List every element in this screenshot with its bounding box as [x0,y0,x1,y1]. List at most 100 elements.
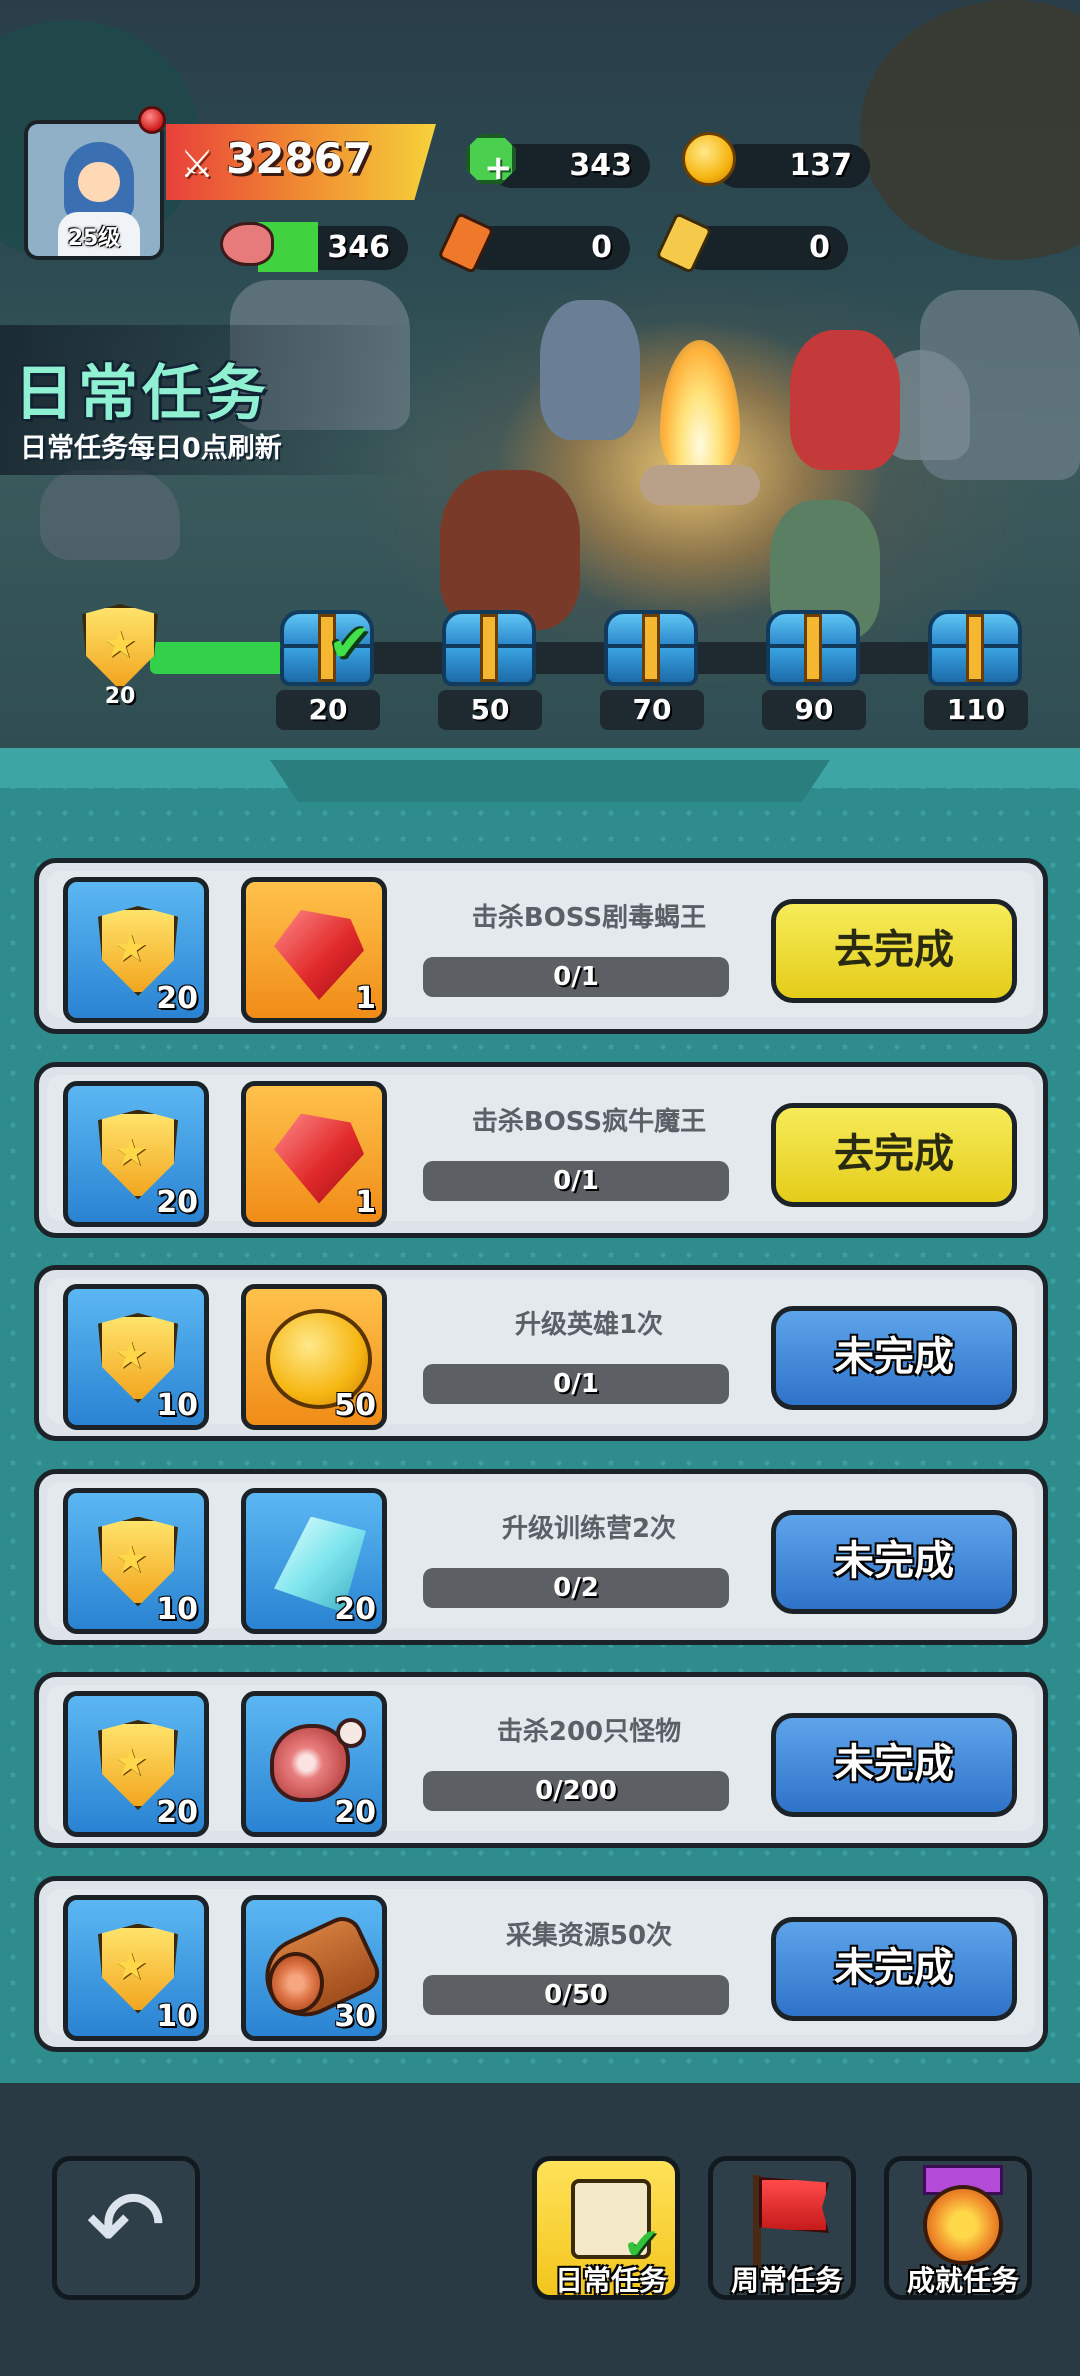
reward-points-count: 20 [156,1184,198,1220]
star-icon: ★ [113,1740,149,1784]
task-progress: 0/200 [423,1771,729,1811]
task-card: ★ 20 1 击杀BOSS疯牛魔王 0/1 去完成 [34,1061,1048,1238]
hero-warrior [440,470,580,630]
milestone-threshold: 70 [600,690,704,730]
panel-tab-notch [270,760,830,802]
reward-item-count: 20 [334,1795,376,1830]
go-complete-button[interactable]: 去完成 [771,899,1017,1003]
reward-slot-points[interactable]: ★ 10 [63,1487,209,1634]
milestone-threshold: 50 [438,690,542,730]
star-icon: ★ [113,1129,149,1174]
bone-icon [336,1718,366,1748]
milestone-chest-4[interactable] [762,610,864,686]
reward-item-count: 20 [334,1591,376,1627]
chest-band [480,614,498,682]
hero-swordswoman [790,330,900,470]
gold-coin-icon [682,132,736,186]
back-button[interactable]: ↶ [52,2156,200,2300]
activity-points-value: 20 [104,684,136,709]
activity-points-shield-icon: ★ [82,604,158,690]
reward-slot-points[interactable]: ★ 20 [63,1691,209,1837]
milestone-threshold: 20 [276,690,380,730]
tab-weekly-task[interactable]: 周常任务 [708,2156,856,2300]
tab-achievement-task[interactable]: 成就任务 [884,2156,1032,2300]
reward-slot-item[interactable]: 1 [241,877,387,1023]
task-progress: 0/1 [423,1160,729,1201]
reward-points-count: 20 [156,1795,198,1830]
incomplete-button[interactable]: 未完成 [771,1713,1017,1817]
medal-icon [923,2185,1003,2265]
reward-slot-item[interactable]: 30 [241,1894,387,2041]
milestone-threshold: 110 [924,690,1028,730]
reward-slot-points[interactable]: ★ 10 [63,1284,209,1430]
ruby-icon [274,1113,364,1204]
add-gems-icon[interactable]: + [484,148,513,188]
notification-dot [138,106,166,134]
tab-daily-task-label: 日常任务 [554,2264,667,2297]
incomplete-button[interactable]: 未完成 [771,1916,1017,2021]
reward-points-count: 20 [156,981,198,1016]
reward-item-count: 1 [355,981,376,1016]
reward-item-count: 30 [334,1998,376,2034]
task-description: 击杀BOSS剧毒蝎王 [471,903,707,933]
tab-weekly-task-label: 周常任务 [730,2264,843,2297]
reward-item-count: 1 [355,1184,376,1220]
task-card: ★ 10 30 采集资源50次 0/50 未完成 [34,1875,1048,2052]
player-avatar[interactable]: 25级 [24,120,164,260]
task-description: 击杀BOSS疯牛魔王 [471,1106,707,1137]
milestone-chest-5[interactable] [924,610,1026,686]
task-description: 击杀200只怪物 [496,1717,682,1747]
flag-icon [759,2177,829,2233]
task-description: 升级训练营2次 [501,1513,677,1544]
combat-power-banner: ⚔ 32867 [166,124,436,200]
task-card: ★ 10 20 升级训练营2次 0/2 未完成 [34,1468,1048,1645]
chest-claimed-check-icon: ✔ [328,614,372,674]
reward-points-count: 10 [156,1388,198,1423]
back-arrow-icon: ↶ [85,2169,167,2281]
reward-slot-points[interactable]: ★ 20 [63,1080,209,1227]
reward-slot-item[interactable]: 50 [241,1284,387,1430]
campfire [640,340,760,510]
go-complete-button[interactable]: 去完成 [771,1102,1017,1207]
incomplete-button[interactable]: 未完成 [771,1509,1017,1614]
tab-achievement-task-label: 成就任务 [906,2264,1019,2297]
hero-bard [540,300,640,440]
reward-item-count: 50 [334,1388,376,1423]
ruby-icon [274,910,364,1000]
milestone-chest-2[interactable] [438,610,540,686]
star-icon: ★ [113,1536,149,1581]
page-title: 日常任务 [14,359,270,429]
reward-slot-points[interactable]: ★ 20 [63,877,209,1023]
milestone-chest-3[interactable] [600,610,702,686]
reward-points-count: 10 [156,1591,198,1627]
tab-daily-task[interactable]: ✔ 日常任务 [532,2156,680,2300]
task-description: 采集资源50次 [505,1920,673,1951]
task-progress: 0/50 [423,1974,729,2015]
star-icon: ★ [113,1333,149,1377]
gold-counter[interactable]: 137 [716,144,870,188]
star-icon: ★ [113,926,149,970]
task-progress: 0/1 [423,957,729,997]
chest-band [804,614,822,682]
log-end-icon [268,1951,324,2014]
star-icon: ★ [113,1943,149,1988]
chest-band [642,614,660,682]
task-progress: 0/1 [423,1364,729,1404]
reward-points-count: 10 [156,1998,198,2034]
incomplete-button[interactable]: 未完成 [771,1306,1017,1410]
task-card: ★ 10 50 升级英雄1次 0/1 未完成 [34,1265,1048,1441]
task-card: ★ 20 1 击杀BOSS剧毒蝎王 0/1 去完成 [34,858,1048,1034]
combat-power-value: 32867 [226,134,373,183]
player-level: 25级 [67,226,121,251]
crossed-swords-icon: ⚔ [180,142,215,186]
reward-slot-item[interactable]: 1 [241,1080,387,1227]
reward-slot-points[interactable]: ★ 10 [63,1894,209,2041]
task-progress: 0/2 [423,1567,729,1608]
chest-band [966,614,984,682]
meat-icon [220,222,274,266]
milestone-threshold: 90 [762,690,866,730]
reward-slot-item[interactable]: 20 [241,1487,387,1634]
task-card: ★ 20 20 击杀200只怪物 0/200 未完成 [34,1672,1048,1848]
page-subtitle: 日常任务每日0点刷新 [20,433,282,464]
reward-slot-item[interactable]: 20 [241,1691,387,1837]
